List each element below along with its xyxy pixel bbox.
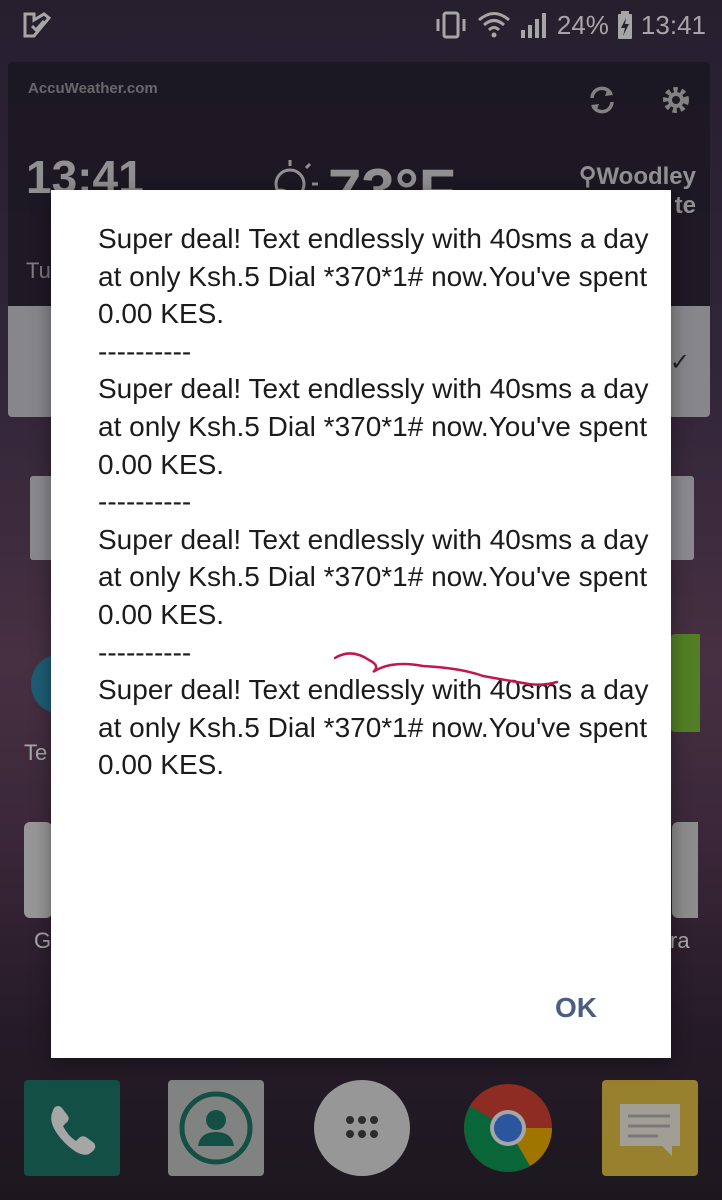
message-text: Super deal! Text endlessly with 40sms a … <box>98 523 649 630</box>
message-text: Super deal! Text endlessly with 40sms a … <box>98 373 649 480</box>
message-text: Super deal! Text endlessly with 40sms a … <box>98 223 649 330</box>
ussd-message-dialog: Super deal! Text endlessly with 40sms a … <box>51 190 671 1058</box>
message-separator: ---------- <box>98 486 192 518</box>
message-separator: ---------- <box>98 636 192 668</box>
ok-button[interactable]: OK <box>555 992 597 1024</box>
message-text: Super deal! Text endlessly with 40sms a … <box>98 674 649 781</box>
dialog-message: Super deal! Text endlessly with 40sms a … <box>98 220 658 784</box>
message-separator: ---------- <box>98 335 192 367</box>
